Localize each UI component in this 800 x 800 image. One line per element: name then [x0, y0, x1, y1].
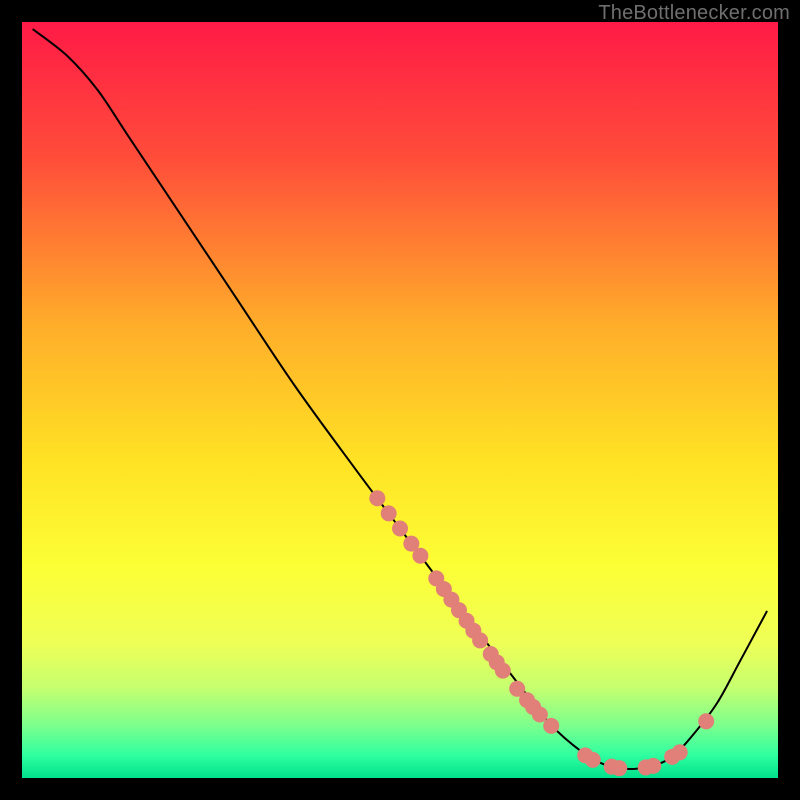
watermark-text: TheBottlenecker.com [598, 2, 790, 25]
data-dot [472, 632, 488, 648]
data-dot [369, 490, 385, 506]
data-dot [585, 752, 601, 768]
data-dot [532, 706, 548, 722]
chart-svg [22, 22, 778, 778]
data-dot [495, 663, 511, 679]
data-dot [698, 713, 714, 729]
gradient-background [22, 22, 778, 778]
data-dot [412, 548, 428, 564]
data-dot [392, 521, 408, 537]
chart-frame: TheBottlenecker.com [0, 0, 800, 800]
data-dot [645, 758, 661, 774]
plot-area [22, 22, 778, 778]
data-dot [611, 760, 627, 776]
data-dot [672, 744, 688, 760]
data-dot [543, 718, 559, 734]
data-dot [381, 505, 397, 521]
